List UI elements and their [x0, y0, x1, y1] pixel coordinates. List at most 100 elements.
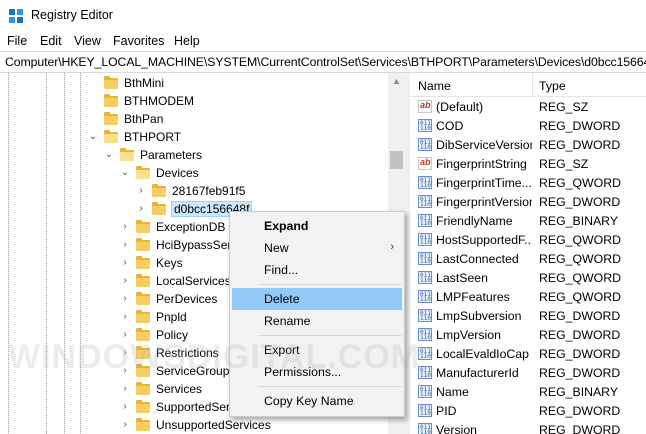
tree-item-parameters[interactable]: Parameters [120, 146, 202, 164]
menu-edit[interactable]: Edit [40, 34, 62, 48]
folder-icon [136, 417, 150, 431]
tree-item-label: BthPan [124, 112, 164, 126]
binary-value-icon: 011 110 [418, 195, 432, 208]
folder-icon [152, 201, 166, 215]
binary-value-icon: 011 110 [418, 328, 432, 341]
menu-bar: File Edit View Favorites Help [0, 31, 646, 51]
value-name: DibServiceVersion [436, 138, 532, 152]
value-name: FingerprintTime... [436, 176, 532, 190]
column-header-name[interactable]: Name [418, 79, 451, 93]
tree-guide-line [8, 73, 9, 434]
context-menu: Expand New › Find... Delete Rename Export… [229, 211, 405, 417]
column-divider[interactable] [532, 73, 533, 97]
menu-item-label: New [264, 241, 289, 255]
menu-separator [258, 284, 402, 285]
tree-item-label: LocalServices [156, 274, 231, 288]
chevron-right-icon[interactable]: › [120, 312, 130, 322]
address-bar[interactable]: Computer\HKEY_LOCAL_MACHINE\SYSTEM\Curre… [0, 51, 646, 73]
tree-item-keys[interactable]: Keys [136, 254, 183, 272]
chevron-right-icon[interactable]: › [120, 240, 130, 250]
chevron-right-icon[interactable]: › [136, 186, 146, 196]
binary-value-icon: 011 110 [418, 233, 432, 246]
value-row[interactable]: 011 110 DibServiceVersion REG_DWORD [410, 135, 646, 154]
chevron-down-icon[interactable]: ⌄ [104, 150, 114, 160]
menu-view[interactable]: View [74, 34, 101, 48]
tree-item-bthmini[interactable]: BthMini [104, 74, 164, 92]
menu-item-rename[interactable]: Rename [232, 310, 402, 332]
value-row[interactable]: 011 110 ManufacturerId REG_DWORD [410, 363, 646, 382]
tree-item-supportedserv[interactable]: SupportedServ [136, 398, 236, 416]
chevron-right-icon[interactable]: › [120, 294, 130, 304]
tree-item-label: ExceptionDB [156, 220, 226, 234]
value-name: Name [436, 385, 469, 399]
menu-file[interactable]: File [7, 34, 27, 48]
tree-item-bthpan[interactable]: BthPan [104, 110, 163, 128]
folder-icon [136, 291, 150, 305]
tree-item-bthmodem[interactable]: BTHMODEM [104, 92, 194, 110]
scroll-up-arrow-icon[interactable]: ▲ [388, 73, 405, 90]
chevron-right-icon[interactable]: › [120, 420, 130, 430]
value-row[interactable]: 011 110 LmpVersion REG_DWORD [410, 325, 646, 344]
menu-help[interactable]: Help [174, 34, 200, 48]
chevron-down-icon[interactable]: ⌄ [88, 132, 98, 142]
value-row[interactable]: ab FingerprintString REG_SZ [410, 154, 646, 173]
value-row[interactable]: 011 110 LastConnected REG_QWORD [410, 249, 646, 268]
tree-item-exceptiondb[interactable]: ExceptionDB [136, 218, 225, 236]
chevron-right-icon[interactable]: › [120, 276, 130, 286]
menu-item-new[interactable]: New › [232, 237, 402, 259]
scrollbar-thumb[interactable] [390, 151, 403, 169]
tree-item-bthport[interactable]: BTHPORT [104, 128, 181, 146]
menu-item-delete[interactable]: Delete [232, 288, 402, 310]
folder-icon [136, 381, 150, 395]
tree-item-label: BTHPORT [124, 130, 182, 144]
menu-item-find[interactable]: Find... [232, 259, 402, 281]
values-list[interactable]: Name Type ab (Default) REG_SZ 011 110 COD REG_… [410, 73, 646, 434]
chevron-right-icon[interactable]: › [136, 204, 146, 214]
menu-item-label: Rename [264, 314, 311, 328]
value-row[interactable]: 011 110 LMPFeatures REG_QWORD [410, 287, 646, 306]
value-row[interactable]: ab (Default) REG_SZ [410, 97, 646, 116]
chevron-right-icon[interactable]: › [120, 258, 130, 268]
chevron-right-icon[interactable]: › [120, 384, 130, 394]
menu-item-label: Expand [264, 219, 309, 233]
chevron-right-icon[interactable]: › [120, 402, 130, 412]
value-row[interactable]: 011 110 HostSupportedF... REG_QWORD [410, 230, 646, 249]
tree-item-label: BthMini [124, 76, 165, 90]
tree-item-services[interactable]: Services [136, 380, 202, 398]
chevron-right-icon[interactable]: › [120, 222, 130, 232]
tree-item-pnpld[interactable]: Pnpld [136, 308, 187, 326]
value-row[interactable]: 011 110 LmpSubversion REG_DWORD [410, 306, 646, 325]
value-type: REG_QWORD [539, 290, 621, 304]
menu-favorites[interactable]: Favorites [113, 34, 164, 48]
tree-item-device-28167feb91f5[interactable]: 28167feb91f5 [152, 182, 245, 200]
value-row[interactable]: 011 110 Version REG_DWORD [410, 420, 646, 434]
chevron-down-icon[interactable]: ⌄ [120, 168, 130, 178]
value-name: FingerprintVersion [436, 195, 532, 209]
menu-item-expand[interactable]: Expand [232, 215, 402, 237]
tree-item-unsupportedservices[interactable]: UnsupportedServices [136, 416, 271, 434]
value-name: FriendlyName [436, 214, 513, 228]
registry-editor-icon [9, 9, 23, 23]
tree-item-label: HciBypassServ [156, 238, 238, 252]
string-value-icon: ab [418, 100, 432, 113]
value-row[interactable]: 011 110 LastSeen REG_QWORD [410, 268, 646, 287]
address-path[interactable]: Computer\HKEY_LOCAL_MACHINE\SYSTEM\Curre… [5, 55, 646, 69]
value-type: REG_DWORD [539, 138, 621, 152]
value-row[interactable]: 011 110 FingerprintTime... REG_QWORD [410, 173, 646, 192]
value-row[interactable]: 011 110 LocalEvaldIoCap REG_DWORD [410, 344, 646, 363]
tree-guide-line [64, 73, 65, 434]
value-row[interactable]: 011 110 FingerprintVersion REG_DWORD [410, 192, 646, 211]
tree-item-hcibypassserv[interactable]: HciBypassServ [136, 236, 237, 254]
tree-item-localservices[interactable]: LocalServices [136, 272, 231, 290]
column-header-type[interactable]: Type [539, 79, 566, 93]
tree-item-devices[interactable]: Devices [136, 164, 199, 182]
tree-guide-line [80, 73, 81, 434]
tree-item-perdevices[interactable]: PerDevices [136, 290, 217, 308]
value-row[interactable]: 011 110 PID REG_DWORD [410, 401, 646, 420]
tree-item-label: BTHMODEM [124, 94, 194, 108]
menu-item-copy-key-name[interactable]: Copy Key Name [232, 390, 402, 412]
value-row[interactable]: 011 110 COD REG_DWORD [410, 116, 646, 135]
value-name: ManufacturerId [436, 366, 519, 380]
value-row[interactable]: 011 110 FriendlyName REG_BINARY [410, 211, 646, 230]
value-row[interactable]: 011 110 Name REG_BINARY [410, 382, 646, 401]
